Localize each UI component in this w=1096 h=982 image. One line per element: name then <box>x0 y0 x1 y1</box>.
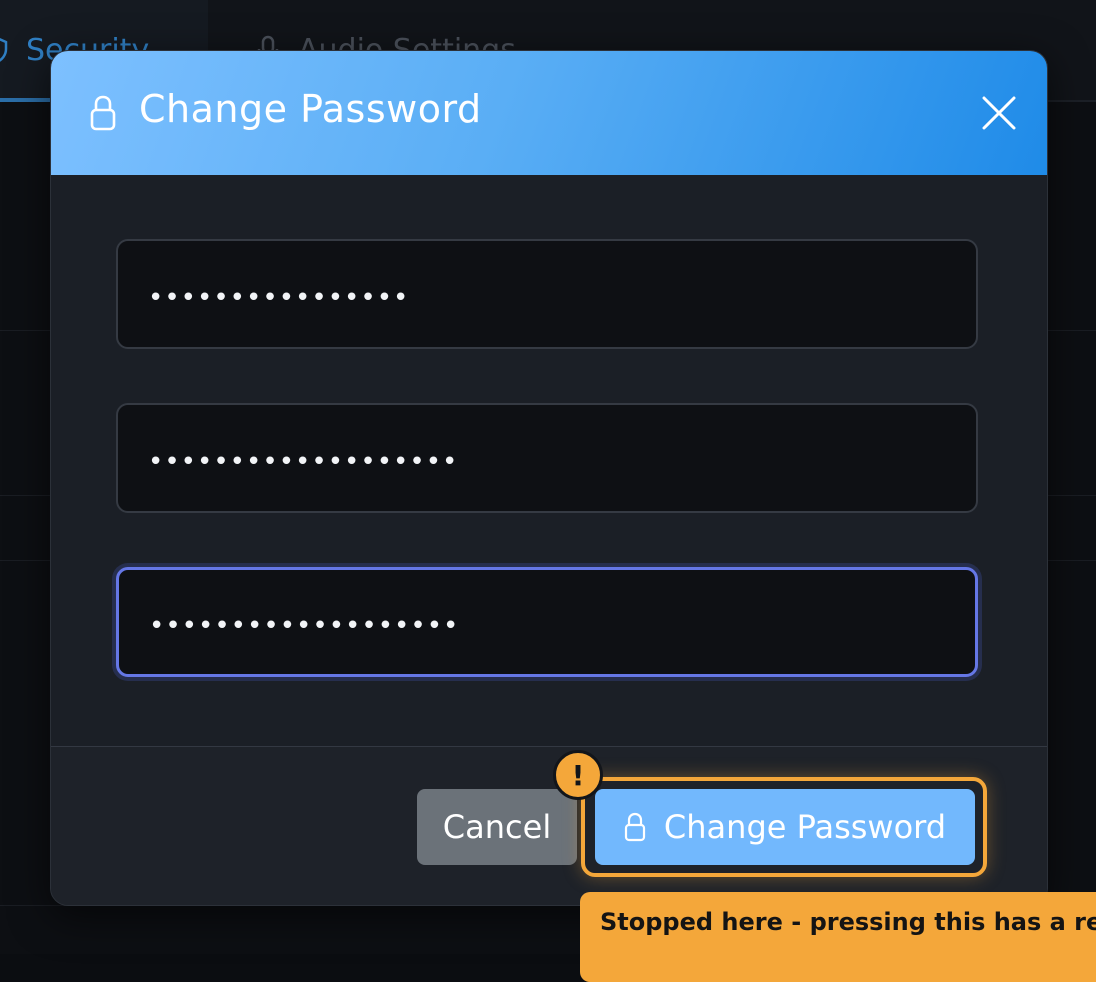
close-icon[interactable] <box>981 95 1017 131</box>
change-password-button-label: Change Password <box>663 808 947 846</box>
lock-icon <box>89 93 117 137</box>
shield-icon <box>0 36 8 64</box>
confirm-button-highlight: Change Password <box>581 777 987 877</box>
change-password-button[interactable]: Change Password <box>595 789 975 865</box>
change-password-dialog: Change Password Cancel Change Password <box>50 50 1048 906</box>
dialog-body <box>51 175 1047 747</box>
dialog-title: Change Password <box>139 87 482 131</box>
warning-tooltip: Stopped here - pressing this has a real-… <box>580 892 1096 982</box>
dialog-header: Change Password <box>51 51 1047 175</box>
dialog-footer: Cancel Change Password <box>51 747 1047 905</box>
confirm-password-field[interactable] <box>116 567 978 677</box>
cancel-button[interactable]: Cancel <box>417 789 577 865</box>
current-password-field[interactable] <box>116 239 978 349</box>
lock-icon <box>624 811 646 843</box>
warning-badge: ! <box>553 750 603 800</box>
new-password-field[interactable] <box>116 403 978 513</box>
